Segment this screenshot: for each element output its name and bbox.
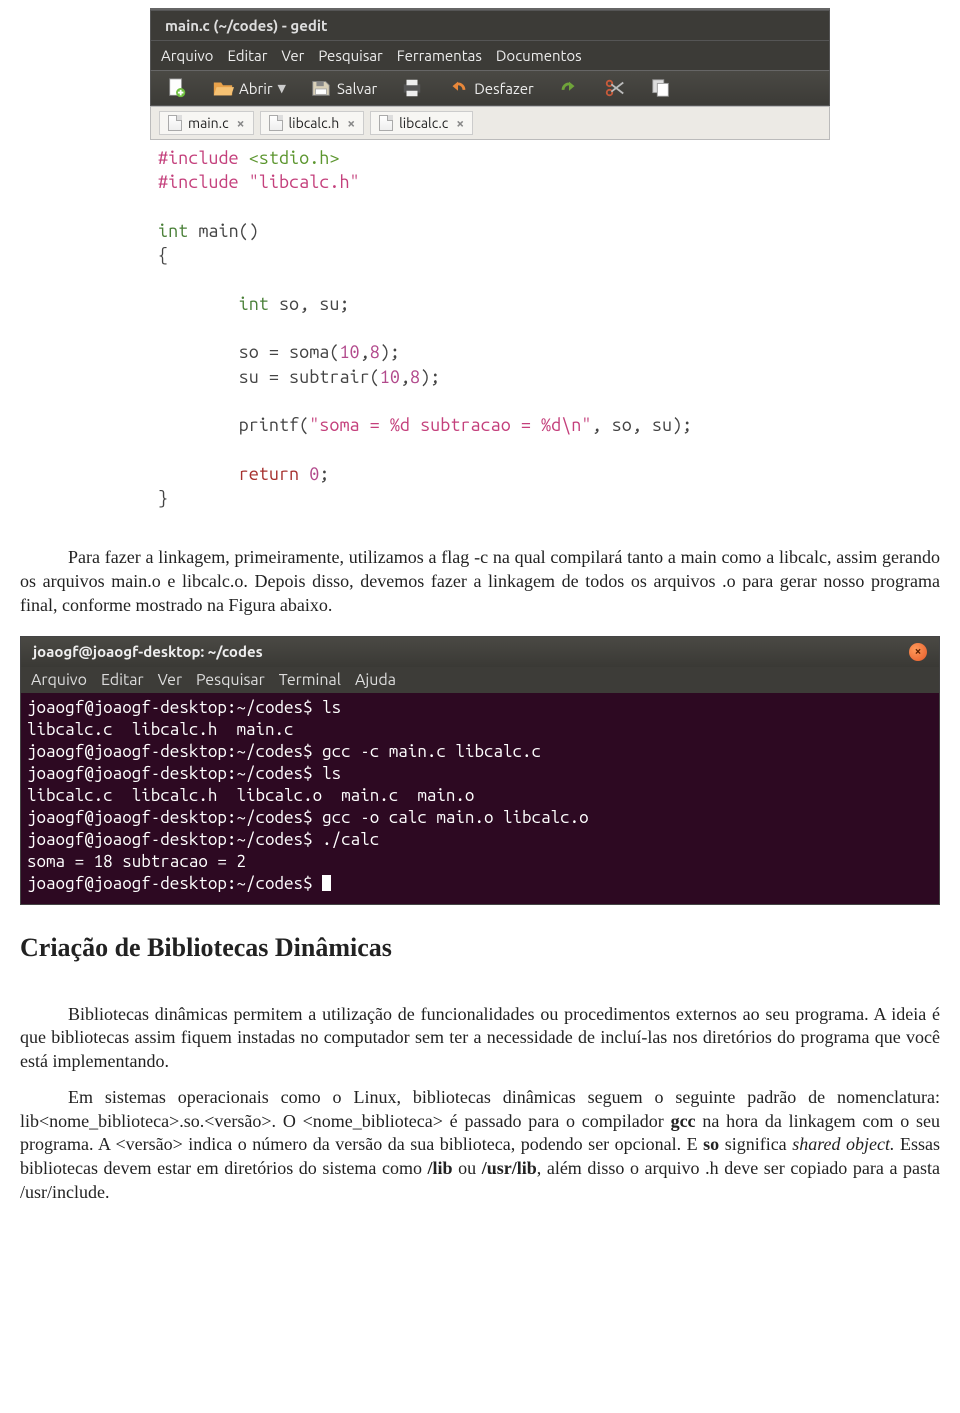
tab-label: libcalc.c xyxy=(399,115,448,131)
close-icon[interactable]: × xyxy=(456,115,464,131)
file-icon xyxy=(379,115,393,131)
file-icon xyxy=(269,115,283,131)
menu-item[interactable]: Ferramentas xyxy=(397,47,482,64)
close-icon[interactable]: × xyxy=(237,115,245,131)
print-icon xyxy=(401,77,423,99)
menu-item[interactable]: Documentos xyxy=(496,47,582,64)
close-button[interactable]: × xyxy=(909,643,927,661)
redo-icon xyxy=(558,77,580,99)
terminal-menubar[interactable]: Arquivo Editar Ver Pesquisar Terminal Aj… xyxy=(21,667,939,693)
menu-item[interactable]: Pesquisar xyxy=(196,671,265,689)
menu-item[interactable]: Pesquisar xyxy=(318,47,382,64)
undo-icon xyxy=(447,77,469,99)
tab-libcalch[interactable]: libcalc.h × xyxy=(260,111,365,135)
folder-open-icon xyxy=(212,77,234,99)
open-label: Abrir xyxy=(239,80,273,97)
save-button[interactable]: Salvar xyxy=(305,75,382,101)
gedit-menubar[interactable]: Arquivo Editar Ver Pesquisar Ferramentas… xyxy=(150,41,830,70)
menu-item[interactable]: Terminal xyxy=(279,671,341,689)
gedit-titlebar: main.c (~/codes) - gedit xyxy=(150,10,830,41)
cut-button[interactable] xyxy=(599,75,631,101)
tab-label: main.c xyxy=(188,115,229,131)
copy-button[interactable] xyxy=(645,75,677,101)
paragraph-1: Para fazer a linkagem, primeiramente, ut… xyxy=(20,546,940,617)
copy-icon xyxy=(650,77,672,99)
terminal-body[interactable]: joaogf@joaogf-desktop:~/codes$ ls libcal… xyxy=(21,693,939,904)
save-icon xyxy=(310,77,332,99)
paragraph-2: Bibliotecas dinâmicas permitem a utiliza… xyxy=(20,1003,940,1074)
gedit-window: main.c (~/codes) - gedit Arquivo Editar … xyxy=(150,8,830,522)
redo-button[interactable] xyxy=(553,75,585,101)
paragraph-3: Em sistemas operacionais como o Linux, b… xyxy=(20,1086,940,1205)
tab-label: libcalc.h xyxy=(289,115,340,131)
menu-item[interactable]: Editar xyxy=(227,47,267,64)
file-icon xyxy=(168,115,182,131)
menu-item[interactable]: Ver xyxy=(281,47,304,64)
terminal-title-text: joaogf@joaogf-desktop: ~/codes xyxy=(33,643,263,660)
menu-item[interactable]: Editar xyxy=(101,671,144,689)
menu-item[interactable]: Arquivo xyxy=(161,47,213,64)
tab-mainc[interactable]: main.c × xyxy=(159,111,254,135)
terminal-titlebar: joaogf@joaogf-desktop: ~/codes × xyxy=(21,637,939,667)
menu-item[interactable]: Ajuda xyxy=(355,671,396,689)
new-file-button[interactable] xyxy=(161,75,193,101)
undo-label: Desfazer xyxy=(474,80,534,97)
new-file-icon xyxy=(166,77,188,99)
document-page: main.c (~/codes) - gedit Arquivo Editar … xyxy=(0,8,960,1257)
chevron-down-icon: ▼ xyxy=(278,82,286,95)
menu-item[interactable]: Arquivo xyxy=(31,671,87,689)
menu-item[interactable]: Ver xyxy=(158,671,182,689)
terminal-window: joaogf@joaogf-desktop: ~/codes × Arquivo… xyxy=(20,636,940,905)
open-button[interactable]: Abrir ▼ xyxy=(207,75,291,101)
close-icon[interactable]: × xyxy=(347,115,355,131)
undo-button[interactable]: Desfazer xyxy=(442,75,539,101)
gedit-toolbar: Abrir ▼ Salvar Desfazer xyxy=(150,70,830,106)
tab-libcalcc[interactable]: libcalc.c × xyxy=(370,111,473,135)
print-button[interactable] xyxy=(396,75,428,101)
section-heading: Criação de Bibliotecas Dinâmicas xyxy=(20,933,940,963)
terminal-cursor xyxy=(322,875,331,891)
scissors-icon xyxy=(604,77,626,99)
gedit-editor[interactable]: #include <stdio.h> #include "libcalc.h" … xyxy=(150,140,830,522)
save-label: Salvar xyxy=(337,80,377,97)
gedit-tabbar: main.c × libcalc.h × libcalc.c × xyxy=(150,106,830,140)
